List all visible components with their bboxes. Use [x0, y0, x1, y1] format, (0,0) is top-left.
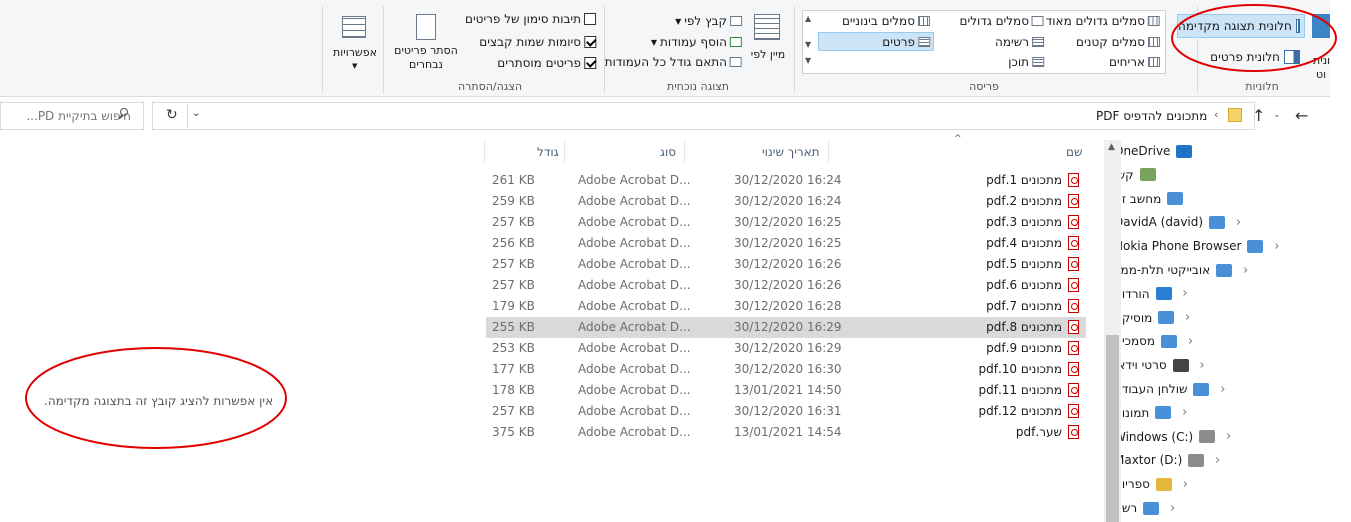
annotation-circles [25, 4, 1337, 449]
annotation-circle-preview-pane [1171, 4, 1337, 72]
annotation-circle-preview-message [25, 347, 287, 449]
